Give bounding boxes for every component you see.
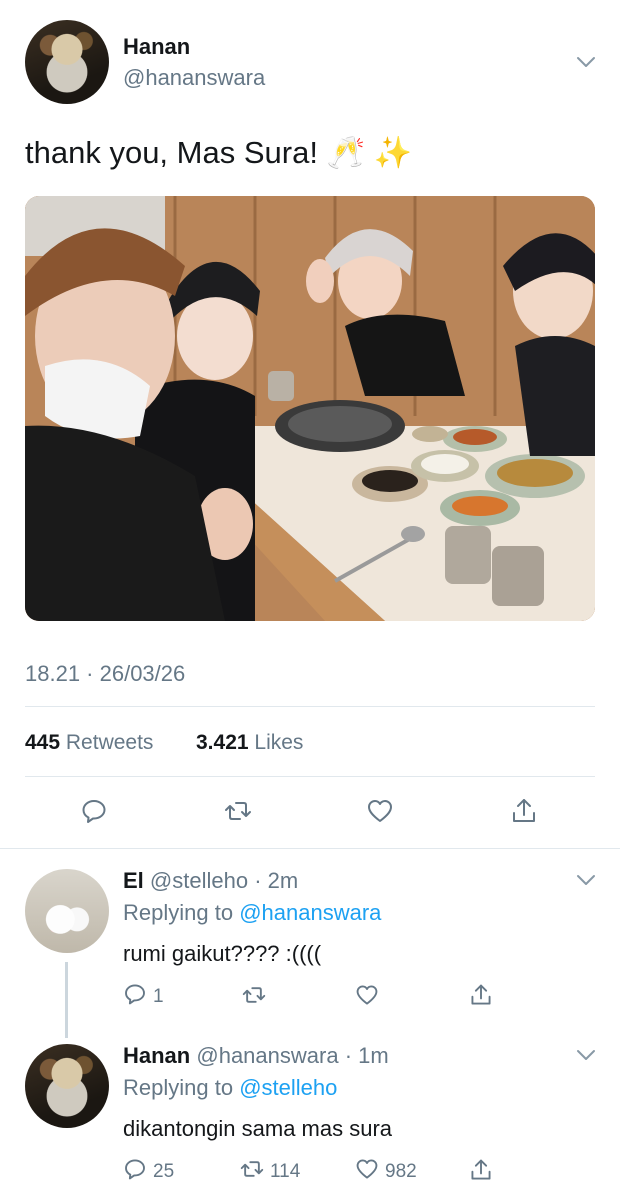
divider — [25, 776, 595, 777]
author-name[interactable]: Hanan — [123, 34, 190, 60]
heart-icon[interactable] — [366, 797, 394, 830]
chevron-down-icon[interactable] — [574, 1043, 598, 1072]
reply-time: · 2m — [254, 868, 299, 893]
chevron-down-icon[interactable] — [574, 50, 598, 79]
chevron-down-icon[interactable] — [574, 868, 598, 897]
heart-icon — [355, 1157, 379, 1186]
reply-avatar[interactable] — [25, 1044, 109, 1128]
author-handle[interactable]: @hananswara — [123, 65, 265, 91]
divider — [25, 706, 595, 707]
reply-text: rumi gaikut???? :(((( — [123, 941, 322, 966]
author-avatar[interactable] — [25, 20, 109, 104]
tweet-timestamp[interactable]: 18.21 · 26/03/26 — [25, 661, 185, 687]
likes-stat[interactable]: 3.421 Likes — [196, 731, 303, 755]
retweets-stat[interactable]: 445 Retweets — [25, 731, 153, 755]
reply-icon — [123, 982, 147, 1011]
reply-action-reply[interactable]: 1 — [123, 982, 164, 1011]
reply-header: El @stelleho · 2m — [123, 868, 298, 894]
share-icon[interactable] — [510, 797, 538, 830]
replying-to-link[interactable]: @hananswara — [239, 900, 381, 925]
like-count: 982 — [385, 1160, 417, 1182]
likes-label: Likes — [254, 731, 304, 754]
reply-author-name[interactable]: El — [123, 868, 144, 893]
divider — [0, 848, 620, 849]
retweets-label: Retweets — [65, 731, 154, 754]
reply-author-name[interactable]: Hanan — [123, 1043, 190, 1068]
reply-action-reply[interactable]: 25 — [123, 1157, 174, 1186]
reply-author-handle[interactable]: @hananswara — [196, 1043, 338, 1068]
reply-count: 1 — [153, 985, 164, 1007]
reply-header: Hanan @hananswara · 1m — [123, 1043, 389, 1069]
replying-to-link[interactable]: @stelleho — [239, 1075, 337, 1100]
retweet-icon — [240, 1157, 264, 1186]
retweet-icon[interactable] — [242, 983, 266, 1012]
reply-thread-line — [65, 962, 68, 1038]
replying-to-prefix: Replying to — [123, 1075, 234, 1100]
share-icon[interactable] — [469, 1158, 493, 1187]
reply-time: · 1m — [344, 1043, 389, 1068]
reply-count: 25 — [153, 1160, 175, 1182]
retweet-count: 114 — [270, 1160, 301, 1182]
tweet-photo[interactable] — [25, 196, 595, 621]
reply-avatar[interactable] — [25, 869, 109, 953]
retweet-icon[interactable] — [224, 797, 252, 830]
replying-to-prefix: Replying to — [123, 900, 234, 925]
replying-to: Replying to @hananswara — [123, 900, 381, 926]
retweets-count: 445 — [25, 731, 61, 754]
reply-icon[interactable] — [80, 797, 108, 830]
reply-icon — [123, 1157, 147, 1186]
likes-count: 3.421 — [196, 731, 249, 754]
reply-author-handle[interactable]: @stelleho — [150, 868, 248, 893]
tweet-text: thank you, Mas Sura! 🥂 ✨ — [25, 135, 413, 170]
reply-action-like[interactable]: 982 — [355, 1157, 417, 1186]
replying-to: Replying to @stelleho — [123, 1075, 337, 1101]
heart-icon[interactable] — [355, 983, 379, 1012]
share-icon[interactable] — [469, 983, 493, 1012]
reply-action-retweet[interactable]: 114 — [240, 1157, 300, 1186]
reply-text: dikantongin sama mas sura — [123, 1116, 393, 1141]
